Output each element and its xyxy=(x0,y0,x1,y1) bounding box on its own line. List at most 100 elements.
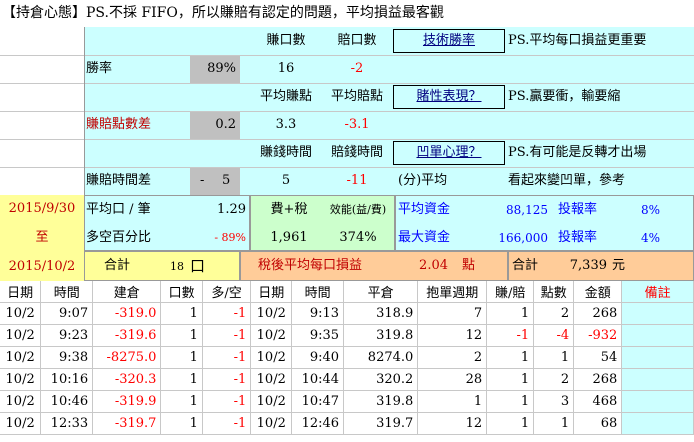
cell-open-price: -319.7 xyxy=(92,412,162,435)
cell-win-loss: 1 xyxy=(486,368,535,391)
tech-win-rate-button[interactable]: 技術勝率 xyxy=(393,29,505,53)
efficiency-value: 374% xyxy=(339,230,377,245)
avg-win-pts-value: 3.3 xyxy=(275,117,297,132)
time-diff-sign: - xyxy=(190,168,240,195)
cell-win-loss: 1 xyxy=(486,390,535,413)
cell-win-loss: 1 xyxy=(486,302,535,325)
time-unit: (分)平均 xyxy=(398,173,448,188)
fee-tax-value: 1,961 xyxy=(270,230,308,245)
cell-open-date: 10/2 xyxy=(0,390,42,413)
cell-open-time: 9:23 xyxy=(40,324,94,347)
date-to-label: 至 xyxy=(35,230,49,245)
cell-close-time: 12:46 xyxy=(291,412,345,435)
cell-remark xyxy=(621,346,694,369)
cell-remark xyxy=(621,302,694,325)
table-row: 10/2 10:16 -320.3 1 -1 10/2 10:44 320.2 28 1 2 268 xyxy=(0,368,694,391)
time-diff-label: 賺賠時間差 xyxy=(86,173,152,188)
cell-lots: 1 xyxy=(160,412,203,435)
note-win-loss: PS.贏要衝，輸要縮 xyxy=(508,89,621,104)
cell-hold-period: 28 xyxy=(417,368,488,391)
after-tax-value: 2.04 xyxy=(419,258,448,273)
cell-close-price: 8274.0 xyxy=(343,346,419,369)
column-header-lots: 口數 xyxy=(160,281,203,303)
cell-open-time: 12:33 xyxy=(40,412,94,435)
cell-close-price: 319.7 xyxy=(343,412,419,435)
cell-hold-period: 1 xyxy=(417,390,488,413)
cell-remark xyxy=(621,390,694,413)
cell-close-date: 10/2 xyxy=(250,390,293,413)
cell-close-date: 10/2 xyxy=(250,302,293,325)
loss-time-header: 賠錢時間 xyxy=(330,145,383,160)
column-header-win-loss: 賺/賠 xyxy=(486,281,535,303)
column-header-remark: 備註 xyxy=(621,281,694,303)
cell-close-date: 10/2 xyxy=(250,324,293,347)
cell-open-price: -319.9 xyxy=(92,390,162,413)
cell-direction: -1 xyxy=(202,324,252,347)
invest-rate-label-1: 投報率 xyxy=(558,202,598,217)
column-header-open-date: 日期 xyxy=(0,281,42,303)
cell-open-time: 10:16 xyxy=(40,368,94,391)
win-count-value: 16 xyxy=(277,61,295,76)
win-count-header: 賺口數 xyxy=(266,33,306,48)
column-header-open-price: 建倉 xyxy=(92,281,162,303)
cell-points: 1 xyxy=(533,346,575,369)
cell-close-date: 10/2 xyxy=(250,368,293,391)
cell-open-price: -319.0 xyxy=(92,302,162,325)
total-lots-value: 18 xyxy=(170,260,184,273)
win-time-header: 賺錢時間 xyxy=(259,145,312,160)
long-short-value: - 89% xyxy=(214,231,246,244)
cell-open-price: -8275.0 xyxy=(92,346,162,369)
total-label: 合計 xyxy=(104,258,131,273)
gamble-button[interactable]: 賭性表現？ xyxy=(393,85,505,109)
invest-rate-label-2: 投報率 xyxy=(558,230,598,245)
loss-count-value: -2 xyxy=(350,61,364,76)
cell-remark xyxy=(621,368,694,391)
cell-open-date: 10/2 xyxy=(0,368,42,391)
avg-capital-label: 平均資金 xyxy=(398,202,451,217)
cell-direction: -1 xyxy=(202,346,252,369)
cell-direction: -1 xyxy=(202,302,252,325)
avg-loss-pts-header: 平均賠點 xyxy=(330,89,383,104)
cell-close-price: 320.2 xyxy=(343,368,419,391)
fee-tax-label: 費+稅 xyxy=(270,202,308,217)
cell-points: 2 xyxy=(533,302,575,325)
trade-table: 日期 時間 建倉 口數 多/空 日期 時間 平倉 抱單週期 賺/賠 點數 金額 備註 10/2 9:07-… xyxy=(0,281,694,435)
note-avg-pnl: PS.平均每口損益更重要 xyxy=(508,33,647,48)
avg-per-lot-label: 平均口 / 筆 xyxy=(86,202,151,217)
after-tax-label: 稅後平均每口損益 xyxy=(258,258,363,273)
grid-line xyxy=(0,83,694,84)
cell-amount: 468 xyxy=(573,390,623,413)
concave-button[interactable]: 凹單心理？ xyxy=(393,141,505,165)
note-reversal: PS.有可能是反轉才出場 xyxy=(508,145,647,160)
cell-amount: -932 xyxy=(573,324,623,347)
cell-open-price: -320.3 xyxy=(92,368,162,391)
cell-remark xyxy=(621,412,694,435)
cell-close-date: 10/2 xyxy=(250,412,293,435)
cell-hold-period: 12 xyxy=(417,324,488,347)
date-from: 2015/9/30 xyxy=(8,201,76,216)
cell-close-price: 319.8 xyxy=(343,390,419,413)
cell-amount: 268 xyxy=(573,302,623,325)
after-tax-unit: 點 xyxy=(462,258,476,273)
avg-loss-pts-value: -3.1 xyxy=(344,117,370,132)
date-to: 2015/10/2 xyxy=(8,259,76,274)
cell-hold-period: 7 xyxy=(417,302,488,325)
sheet-title: 【持倉心態】PS.不採 FIFO，所以賺賠有認定的問題，平均損益最客觀 xyxy=(2,5,444,21)
win-rate-value: 89% xyxy=(190,56,240,83)
column-header-open-time: 時間 xyxy=(40,281,94,303)
cell-amount: 54 xyxy=(573,346,623,369)
avg-capital-value: 88,125 xyxy=(506,203,548,217)
grid-line xyxy=(0,167,694,168)
cell-lots: 1 xyxy=(160,346,203,369)
win-rate-label: 勝率 xyxy=(86,61,113,76)
cell-lots: 1 xyxy=(160,390,203,413)
avg-win-pts-header: 平均賺點 xyxy=(259,89,312,104)
grid-line xyxy=(0,111,694,112)
total-lots-unit: 口 xyxy=(190,257,206,275)
cell-open-price: -319.6 xyxy=(92,324,162,347)
cell-points: -4 xyxy=(533,324,575,347)
cell-close-time: 10:44 xyxy=(291,368,345,391)
loss-time-value: -11 xyxy=(346,173,368,188)
cell-hold-period: 12 xyxy=(417,412,488,435)
max-capital-value: 166,000 xyxy=(498,231,548,245)
